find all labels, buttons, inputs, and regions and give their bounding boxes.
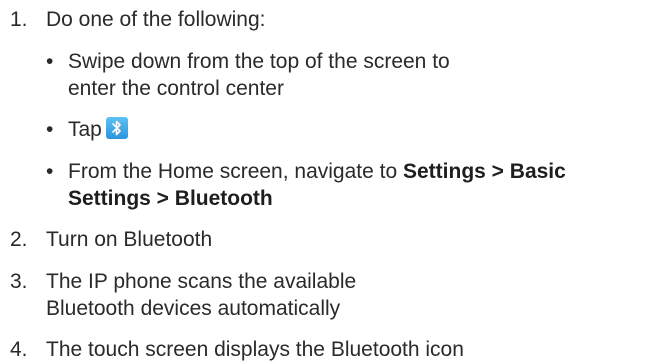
- bullet-dot: •: [46, 118, 54, 141]
- step-text: The IP phone scans the available Bluetoo…: [46, 270, 357, 320]
- bullet-text-navigate: From the Home screen, navigate to Settin…: [68, 158, 646, 212]
- bluetooth-icon: [105, 117, 128, 139]
- instruction-document: 1. Do one of the following: • Swipe down…: [0, 0, 660, 364]
- step-number: 3.: [10, 270, 28, 293]
- bullet-text: Swipe down from the top of the screen to…: [68, 50, 450, 100]
- step-number: 4.: [10, 338, 28, 361]
- bullet-dot: •: [46, 50, 54, 73]
- step-number: 2.: [10, 228, 28, 251]
- step-text: Turn on Bluetooth: [46, 228, 213, 251]
- navigate-text: From the Home screen, navigate to: [68, 160, 403, 183]
- tap-label: Tap: [68, 118, 102, 141]
- bullet-text-tap: Tap: [68, 116, 646, 143]
- bullet-dot: •: [46, 160, 54, 183]
- step-text: Do one of the following:: [46, 8, 266, 31]
- step-text: The touch screen displays the Bluetooth …: [46, 338, 464, 361]
- step-number: 1.: [10, 8, 28, 31]
